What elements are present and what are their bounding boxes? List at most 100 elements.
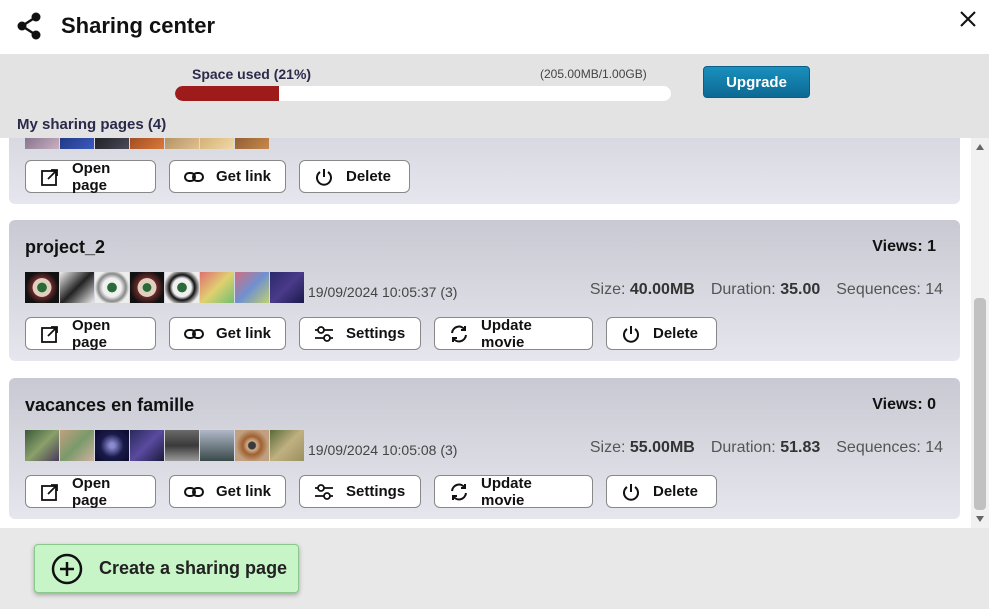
sequences-stat: Sequences: 14 xyxy=(836,439,943,456)
thumbnail xyxy=(270,430,304,461)
scroll-up-arrow-icon[interactable] xyxy=(976,144,984,150)
card-actions: Open page Get link Delete xyxy=(25,159,410,194)
open-page-label: Open page xyxy=(72,316,111,351)
thumbnail xyxy=(95,272,129,303)
duration-stat: Duration: 35.00 xyxy=(711,281,820,299)
settings-button[interactable]: Settings xyxy=(299,317,421,350)
space-amount: (205.00MB/1.00GB) xyxy=(540,67,647,81)
delete-label: Delete xyxy=(346,168,392,185)
update-icon xyxy=(451,483,467,500)
size-stat: Size: 55.00MB xyxy=(590,439,695,457)
open-page-button[interactable]: Open page xyxy=(25,474,156,509)
usage-panel: Space used (21%) (205.00MB/1.00GB) Upgra… xyxy=(0,54,989,138)
thumbnail xyxy=(165,138,199,149)
created-date: 19/09/2024 10:05:08 (3) xyxy=(308,442,458,458)
footer: Create a sharing page xyxy=(0,528,989,609)
get-link-label: Get link xyxy=(216,168,272,185)
update-movie-button[interactable]: Update movie xyxy=(434,316,593,351)
duration-value: 35.00 xyxy=(780,281,821,298)
get-link-label: Get link xyxy=(216,483,272,500)
settings-button[interactable]: Settings xyxy=(299,475,421,508)
duration-label: Duration: xyxy=(710,439,776,456)
thumbnail xyxy=(60,138,94,149)
get-link-button[interactable]: Get link xyxy=(169,317,286,350)
close-icon[interactable] xyxy=(958,9,978,29)
get-link-button[interactable]: Get link xyxy=(169,160,286,193)
thumbnail xyxy=(200,272,234,303)
open-page-label: Open page xyxy=(72,159,111,194)
link-icon xyxy=(184,328,204,339)
views-count: Views: 1 xyxy=(872,238,936,255)
sharing-page-card: Open page Get link Delete xyxy=(9,138,960,204)
thumbnail-strip xyxy=(25,138,270,149)
delete-label: Delete xyxy=(653,483,699,500)
sharing-page-card: vacances en famille Views: 0 19/09/2024 … xyxy=(9,378,960,519)
link-icon xyxy=(184,486,204,497)
update-movie-button[interactable]: Update movie xyxy=(434,474,593,509)
thumbnail xyxy=(130,430,164,461)
space-usage-fill xyxy=(175,86,280,101)
settings-icon xyxy=(315,325,333,342)
power-icon xyxy=(623,325,639,343)
open-page-button[interactable]: Open page xyxy=(25,316,156,351)
sharing-page-card: project_2 Views: 1 19/09/2024 10:05:37 (… xyxy=(9,220,960,361)
thumbnail xyxy=(25,138,59,149)
delete-label: Delete xyxy=(653,325,699,342)
thumbnail xyxy=(130,272,164,303)
header: Sharing center xyxy=(0,0,989,54)
delete-button[interactable]: Delete xyxy=(299,160,410,193)
settings-label: Settings xyxy=(346,483,406,500)
space-used-label: Space used (21%) xyxy=(192,66,312,82)
card-actions: Open page Get link Settings Update movie… xyxy=(25,316,717,351)
sequences-stat: Sequences: 14 xyxy=(836,281,943,298)
size-value: 40.00MB xyxy=(629,281,695,298)
page-stats: Size: 40.00MB Duration: 35.00 Sequences:… xyxy=(590,281,943,299)
update-movie-label: Update movie xyxy=(481,474,532,509)
thumbnail xyxy=(200,138,234,149)
get-link-button[interactable]: Get link xyxy=(169,475,286,508)
sharing-pages-list[interactable]: Open page Get link Delete project_2 View… xyxy=(0,138,989,528)
update-movie-label: Update movie xyxy=(481,316,532,351)
share-icon xyxy=(17,12,41,40)
sharing-page-name: vacances en famille xyxy=(25,395,195,415)
space-usage-bar xyxy=(175,86,671,101)
size-stat: Size: 40.00MB xyxy=(590,281,695,299)
thumbnail xyxy=(95,430,129,461)
link-icon xyxy=(184,171,204,182)
open-page-label: Open page xyxy=(72,474,111,509)
upgrade-button[interactable]: Upgrade xyxy=(703,66,810,98)
power-icon xyxy=(316,168,332,186)
create-sharing-page-button[interactable]: Create a sharing page xyxy=(34,544,299,593)
update-icon xyxy=(451,325,467,342)
sharing-page-name: project_2 xyxy=(25,237,106,257)
thumbnail xyxy=(270,272,304,303)
duration-label: Duration: xyxy=(710,281,776,298)
delete-button[interactable]: Delete xyxy=(606,475,717,508)
scroll-down-arrow-icon[interactable] xyxy=(976,516,984,522)
card-actions: Open page Get link Settings Update movie… xyxy=(25,474,717,509)
thumbnail xyxy=(235,430,269,461)
duration-stat: Duration: 51.83 xyxy=(711,439,820,457)
size-label: Size: xyxy=(589,439,626,456)
size-value: 55.00MB xyxy=(629,439,695,456)
list-scrollbar[interactable] xyxy=(971,138,989,528)
thumbnail xyxy=(235,138,269,149)
create-sharing-page-label: Create a sharing page xyxy=(99,558,288,578)
open-page-button[interactable]: Open page xyxy=(25,159,156,194)
thumbnail-strip xyxy=(25,272,305,303)
thumbnail xyxy=(200,430,234,461)
thumbnail-strip xyxy=(25,430,305,461)
thumbnail xyxy=(60,272,94,303)
thumbnail xyxy=(235,272,269,303)
page-stats: Size: 55.00MB Duration: 51.83 Sequences:… xyxy=(590,439,943,457)
scrollbar-thumb[interactable] xyxy=(974,298,986,510)
open-page-icon xyxy=(41,483,58,501)
thumbnail xyxy=(25,272,59,303)
page-title: Sharing center xyxy=(61,13,216,38)
thumbnail xyxy=(60,430,94,461)
delete-button[interactable]: Delete xyxy=(606,317,717,350)
open-page-icon xyxy=(41,168,58,186)
get-link-label: Get link xyxy=(216,325,272,342)
views-count: Views: 0 xyxy=(872,396,936,413)
open-page-icon xyxy=(41,325,58,343)
